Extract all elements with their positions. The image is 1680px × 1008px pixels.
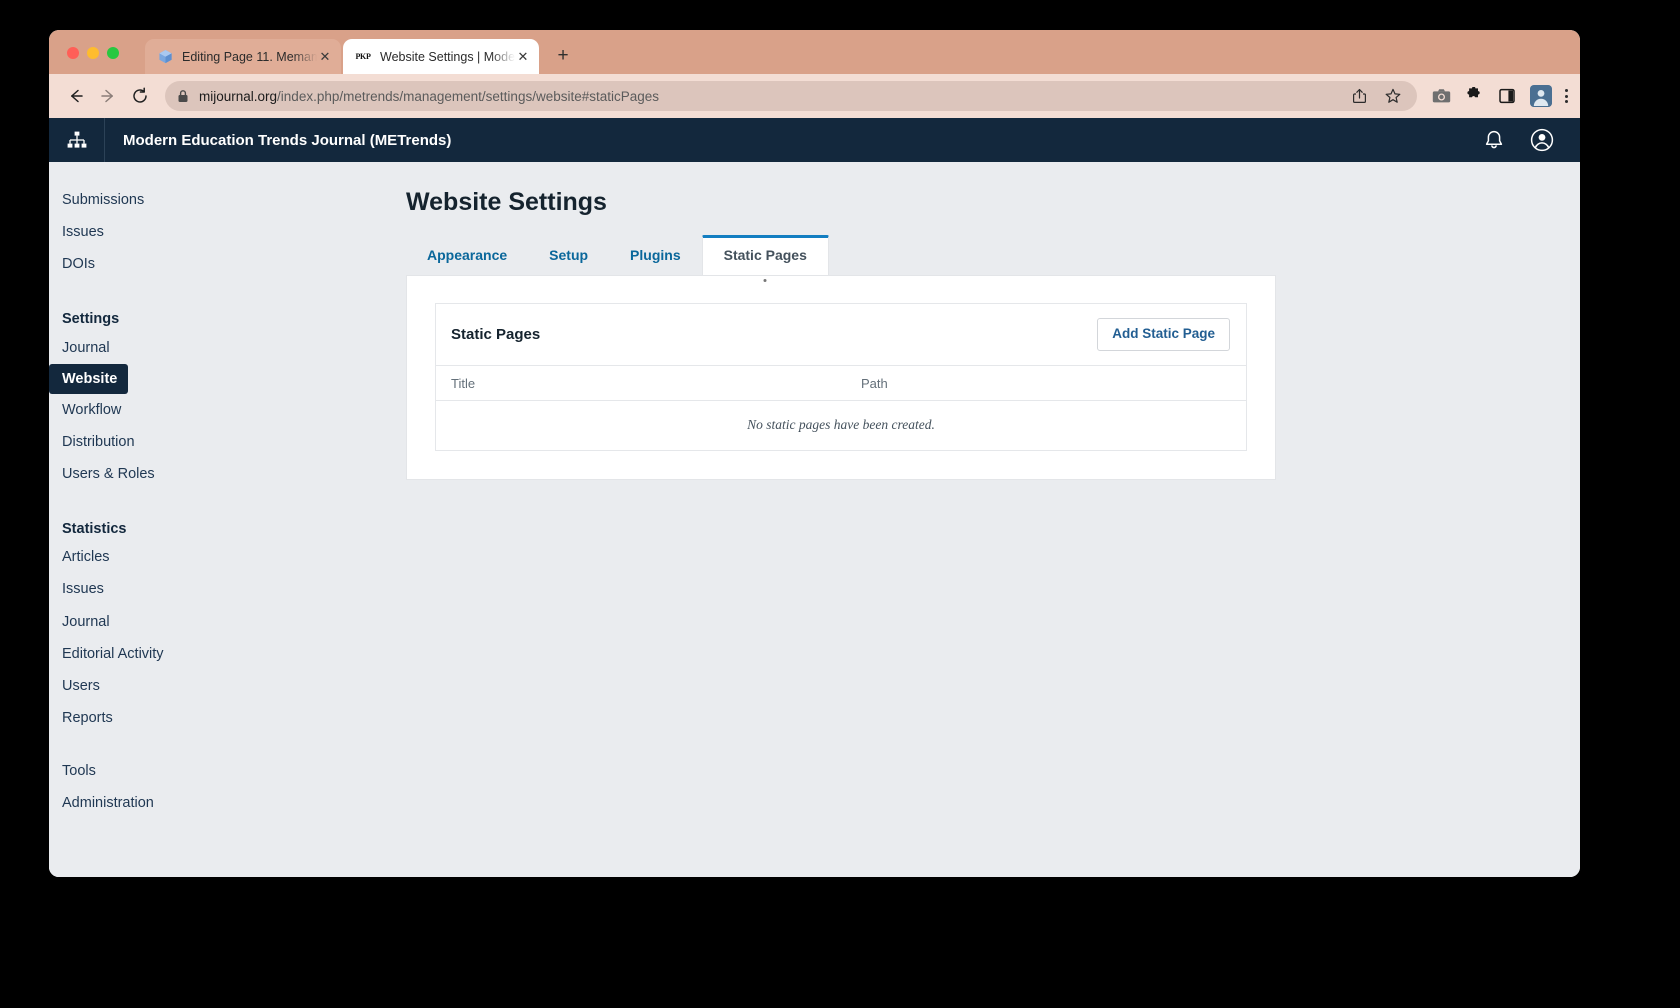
- listing-header: Static Pages Add Static Page: [436, 304, 1246, 366]
- sidebar-item-stats-articles[interactable]: Articles: [49, 541, 406, 573]
- extensions-puzzle-icon[interactable]: [1464, 86, 1484, 106]
- browser-tab-1-title: Editing Page 11. Memambah d: [182, 49, 317, 64]
- page-viewport: Modern Education Trends Journal (METrend…: [49, 118, 1580, 877]
- add-static-page-button[interactable]: Add Static Page: [1097, 318, 1230, 351]
- sidebar-item-submissions[interactable]: Submissions: [49, 184, 406, 216]
- sidebar-bottom-group: Tools Administration: [49, 755, 406, 819]
- new-tab-button[interactable]: +: [549, 42, 577, 70]
- tab-setup[interactable]: Setup: [528, 236, 609, 275]
- sidebar-statistics-group: Statistics Articles Issues Journal Edito…: [49, 511, 406, 734]
- sidebar-item-stats-users[interactable]: Users: [49, 670, 406, 702]
- browser-menu-icon[interactable]: [1565, 89, 1568, 103]
- omnibox-actions: [1349, 86, 1405, 106]
- column-header-path: Path: [861, 375, 888, 391]
- browser-tab-strip: Editing Page 11. Memambah d ✕ PKP Websit…: [49, 30, 1580, 74]
- back-icon[interactable]: [61, 81, 91, 111]
- app-title: Modern Education Trends Journal (METrend…: [123, 131, 452, 149]
- app-body: Submissions Issues DOIs Settings Journal…: [49, 162, 1580, 877]
- sidebar-item-tools[interactable]: Tools: [49, 755, 406, 787]
- sidebar-item-users-roles[interactable]: Users & Roles: [49, 458, 406, 490]
- maximize-window-button[interactable]: [107, 47, 119, 59]
- browser-tab-1[interactable]: Editing Page 11. Memambah d ✕: [145, 39, 341, 74]
- main-content: Website Settings Appearance Setup Plugin…: [406, 162, 1580, 877]
- camera-icon[interactable]: [1431, 86, 1451, 106]
- side-panel-icon[interactable]: [1497, 86, 1517, 106]
- url-path: /index.php/metrends/management/settings/…: [277, 88, 660, 104]
- content-inner: Website Settings Appearance Setup Plugin…: [406, 188, 1276, 480]
- sitemap-icon[interactable]: [49, 118, 105, 162]
- share-icon[interactable]: [1349, 86, 1369, 106]
- sidebar-item-dois[interactable]: DOIs: [49, 248, 406, 280]
- sidebar-settings-group: Settings Journal Website Workflow Distri…: [49, 301, 406, 490]
- address-bar[interactable]: mijournal.org/index.php/metrends/managem…: [165, 81, 1417, 111]
- sidebar-item-workflow[interactable]: Workflow: [49, 394, 406, 426]
- sidebar-divider-2: [49, 490, 406, 511]
- sidebar-heading-settings: Settings: [62, 311, 120, 328]
- browser-window: Editing Page 11. Memambah d ✕ PKP Websit…: [49, 30, 1580, 877]
- browser-tab-2-close-icon[interactable]: ✕: [515, 49, 531, 65]
- url-domain: mijournal.org: [199, 88, 278, 104]
- browser-tab-2-title: Website Settings | Modern Edu: [380, 49, 515, 64]
- lock-icon: [177, 89, 189, 103]
- sidebar-divider-3: [49, 734, 406, 755]
- close-window-button[interactable]: [67, 47, 79, 59]
- pkp-icon: PKP: [355, 49, 371, 65]
- empty-state-message: No static pages have been created.: [747, 416, 935, 432]
- listing-title: Static Pages: [451, 325, 541, 343]
- sidebar-navigation: Submissions Issues DOIs Settings Journal…: [49, 162, 406, 877]
- sidebar-item-stats-issues[interactable]: Issues: [49, 573, 406, 605]
- forward-icon[interactable]: [93, 81, 123, 111]
- sidebar-heading-statistics: Statistics: [62, 521, 127, 538]
- browser-toolbar: mijournal.org/index.php/metrends/managem…: [49, 74, 1580, 118]
- tab-plugins[interactable]: Plugins: [609, 236, 702, 275]
- browser-tab-2[interactable]: PKP Website Settings | Modern Edu ✕: [343, 39, 539, 74]
- sidebar-item-website[interactable]: Website: [49, 363, 129, 394]
- tabs-container: Editing Page 11. Memambah d ✕ PKP Websit…: [145, 30, 577, 74]
- static-pages-panel: Static Pages Add Static Page Title Path …: [406, 275, 1276, 480]
- settings-tab-bar: Appearance Setup Plugins Static Pages: [406, 235, 1276, 275]
- toolbar-right-icons: [1427, 85, 1568, 107]
- bookmark-star-icon[interactable]: [1383, 86, 1403, 106]
- sidebar-item-administration[interactable]: Administration: [49, 787, 406, 819]
- sidebar-item-distribution[interactable]: Distribution: [49, 426, 406, 458]
- tab-appearance[interactable]: Appearance: [406, 236, 528, 275]
- table-header-row: Title Path: [436, 365, 1246, 401]
- sidebar-top-group: Submissions Issues DOIs: [49, 184, 406, 280]
- static-pages-listing: Static Pages Add Static Page Title Path …: [435, 303, 1247, 451]
- sidebar-item-stats-reports[interactable]: Reports: [49, 702, 406, 734]
- user-account-icon[interactable]: [1530, 128, 1554, 152]
- minimize-window-button[interactable]: [87, 47, 99, 59]
- column-header-title: Title: [451, 375, 476, 391]
- sidebar-item-stats-journal[interactable]: Journal: [49, 606, 406, 638]
- tab-static-pages[interactable]: Static Pages: [701, 235, 829, 275]
- reload-icon[interactable]: [125, 81, 155, 111]
- sidebar-item-issues[interactable]: Issues: [49, 216, 406, 248]
- sidebar-item-journal[interactable]: Journal: [49, 332, 406, 364]
- page-title: Website Settings: [406, 188, 607, 216]
- profile-avatar[interactable]: [1530, 85, 1552, 107]
- app-header-actions: [1482, 128, 1580, 152]
- screen: Editing Page 11. Memambah d ✕ PKP Websit…: [0, 0, 1680, 1008]
- window-controls[interactable]: [67, 47, 119, 59]
- notifications-bell-icon[interactable]: [1482, 128, 1506, 152]
- sidebar-divider-1: [49, 280, 406, 301]
- sidebar-item-stats-editorial-activity[interactable]: Editorial Activity: [49, 638, 406, 670]
- address-bar-url: mijournal.org/index.php/metrends/managem…: [199, 89, 659, 104]
- hexagon-icon: [157, 49, 173, 65]
- app-header: Modern Education Trends Journal (METrend…: [49, 118, 1580, 162]
- browser-tab-1-close-icon[interactable]: ✕: [317, 49, 333, 65]
